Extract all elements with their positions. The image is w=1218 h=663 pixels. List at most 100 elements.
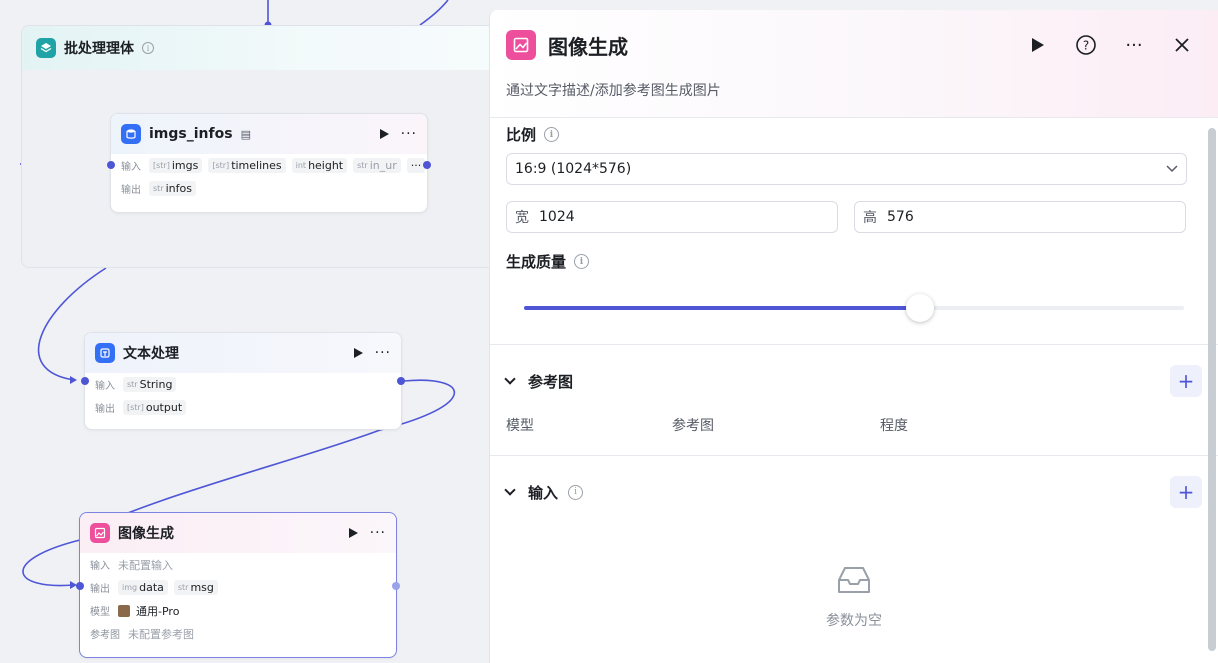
- height-value[interactable]: 576: [887, 209, 914, 225]
- quality-slider[interactable]: [524, 294, 1184, 322]
- image-generate-icon: [506, 30, 536, 60]
- panel-title: 图像生成: [548, 34, 628, 59]
- col-strength: 程度: [880, 418, 908, 434]
- ratio-label-row: 比例 i: [506, 124, 1202, 145]
- node-settings-panel: 图像生成 ? ··· 通过文字描述/添加参考图生成图片 比例 i 16:9 (1…: [489, 10, 1218, 663]
- param-tag: img data: [118, 580, 168, 595]
- reference-columns: 模型 参考图 程度: [506, 415, 1202, 435]
- node-ref-row: 参考图 未配置参考图: [80, 622, 396, 645]
- ratio-label: 比例: [506, 126, 537, 144]
- run-icon[interactable]: [348, 528, 358, 538]
- scrollbar[interactable]: [1208, 128, 1216, 651]
- empty-box-icon: [835, 562, 873, 600]
- param-tag: str msg: [173, 580, 218, 595]
- node-header[interactable]: 文本处理 ···: [85, 333, 401, 373]
- quality-label-row: 生成质量 i: [506, 251, 1202, 272]
- node-header[interactable]: imgs_infos ▤ ···: [111, 114, 427, 154]
- node-model-row: 模型 通用-Pro: [80, 599, 396, 622]
- param-tag: str String: [123, 377, 177, 392]
- reference-section: 参考图 + 模型 参考图 程度: [490, 345, 1218, 455]
- info-icon[interactable]: i: [142, 42, 154, 54]
- layers-icon: [36, 38, 56, 58]
- input-value: 未配置输入: [118, 558, 173, 572]
- info-icon[interactable]: i: [574, 254, 590, 269]
- model-avatar-icon: [118, 604, 130, 617]
- width-label: 宽: [515, 210, 529, 226]
- database-icon: [121, 124, 141, 144]
- node-inputs-row: 输入 str String: [85, 373, 401, 396]
- empty-text: 参数为空: [826, 613, 882, 629]
- node-title: imgs_infos: [149, 126, 233, 142]
- more-icon[interactable]: ···: [375, 346, 391, 360]
- help-icon[interactable]: ?: [1074, 33, 1098, 57]
- output-port[interactable]: [392, 582, 400, 590]
- output-label: 输出: [90, 584, 110, 595]
- height-label: 高: [863, 210, 877, 226]
- node-title: 文本处理: [123, 346, 179, 362]
- output-label: 输出: [95, 404, 115, 415]
- doc-icon: ▤: [240, 127, 251, 141]
- more-icon[interactable]: ···: [401, 127, 417, 141]
- node-outputs-row: 输出 str infos: [111, 177, 427, 200]
- output-port[interactable]: [423, 161, 431, 169]
- chevron-down-icon[interactable]: [504, 484, 516, 496]
- reference-header[interactable]: 参考图 +: [504, 365, 1202, 397]
- slider-thumb[interactable]: [906, 294, 934, 322]
- node-outputs-row: 输出 img data str msg: [80, 576, 396, 599]
- close-icon[interactable]: [1170, 33, 1194, 57]
- ratio-select[interactable]: 16:9 (1024*576): [506, 153, 1187, 185]
- svg-text:?: ?: [1083, 39, 1089, 53]
- node-imgs-infos[interactable]: imgs_infos ▤ ··· 输入 [str] imgs [str] timel…: [107, 113, 431, 213]
- model-value: 通用-Pro: [136, 604, 180, 618]
- node-text-process[interactable]: 文本处理 ··· 输入 str String 输出 [str] output: [81, 332, 405, 430]
- panel-description: 通过文字描述/添加参考图生成图片: [506, 83, 721, 99]
- ref-label: 参考图: [90, 630, 120, 641]
- param-tag: str in_ur: [353, 158, 401, 173]
- run-icon[interactable]: [1026, 33, 1050, 57]
- text-process-icon: [95, 343, 115, 363]
- add-reference-button[interactable]: +: [1170, 365, 1202, 397]
- col-model: 模型: [506, 418, 534, 434]
- input-label: 输入: [121, 162, 141, 173]
- batch-group-title: 批处理理体: [64, 41, 134, 57]
- input-title: 输入: [528, 483, 559, 502]
- input-label: 输入: [95, 381, 115, 392]
- input-port[interactable]: [81, 377, 89, 385]
- node-image-generate[interactable]: 图像生成 ··· 输入 未配置输入 输出 img data str msg 模型 通…: [76, 512, 400, 658]
- ratio-section: 比例 i 16:9 (1024*576) 宽 1024 高 576 生成质量 i: [490, 118, 1218, 322]
- param-tag: [str] imgs: [149, 158, 203, 173]
- input-header[interactable]: 输入 i +: [504, 476, 1202, 508]
- node-inputs-row: 输入 [str] imgs [str] timelines int height st…: [111, 154, 427, 177]
- col-reference: 参考图: [672, 418, 714, 434]
- width-field[interactable]: 宽 1024: [506, 201, 838, 233]
- run-icon[interactable]: [353, 348, 363, 358]
- ref-value: 未配置参考图: [128, 627, 194, 641]
- info-icon[interactable]: i: [568, 484, 584, 500]
- param-tag: str infos: [149, 181, 196, 196]
- chevron-down-icon[interactable]: [504, 373, 516, 385]
- model-label: 模型: [90, 607, 110, 618]
- output-label: 输出: [121, 185, 141, 196]
- param-tag: [str] timelines: [208, 158, 286, 173]
- param-tag: [str] output: [123, 400, 187, 415]
- run-icon[interactable]: [379, 129, 389, 139]
- slider-fill: [524, 306, 920, 310]
- batch-group-header[interactable]: 批处理理体 i: [22, 26, 520, 70]
- add-input-button[interactable]: +: [1170, 476, 1202, 508]
- chevron-down-icon: [1166, 161, 1178, 177]
- empty-state: 参数为空: [506, 562, 1202, 630]
- node-outputs-row: 输出 [str] output: [85, 396, 401, 419]
- width-value[interactable]: 1024: [539, 209, 575, 225]
- input-port[interactable]: [107, 161, 115, 169]
- info-icon[interactable]: i: [544, 127, 560, 142]
- node-header[interactable]: 图像生成 ···: [80, 513, 396, 553]
- output-port[interactable]: [397, 377, 405, 385]
- node-inputs-row: 输入 未配置输入: [80, 553, 396, 576]
- image-generate-icon: [90, 523, 110, 543]
- reference-title: 参考图: [528, 372, 574, 391]
- more-icon[interactable]: ···: [370, 526, 386, 540]
- quality-label: 生成质量: [506, 253, 567, 271]
- height-field[interactable]: 高 576: [854, 201, 1186, 233]
- input-port[interactable]: [76, 582, 84, 590]
- more-icon[interactable]: ···: [1122, 33, 1146, 57]
